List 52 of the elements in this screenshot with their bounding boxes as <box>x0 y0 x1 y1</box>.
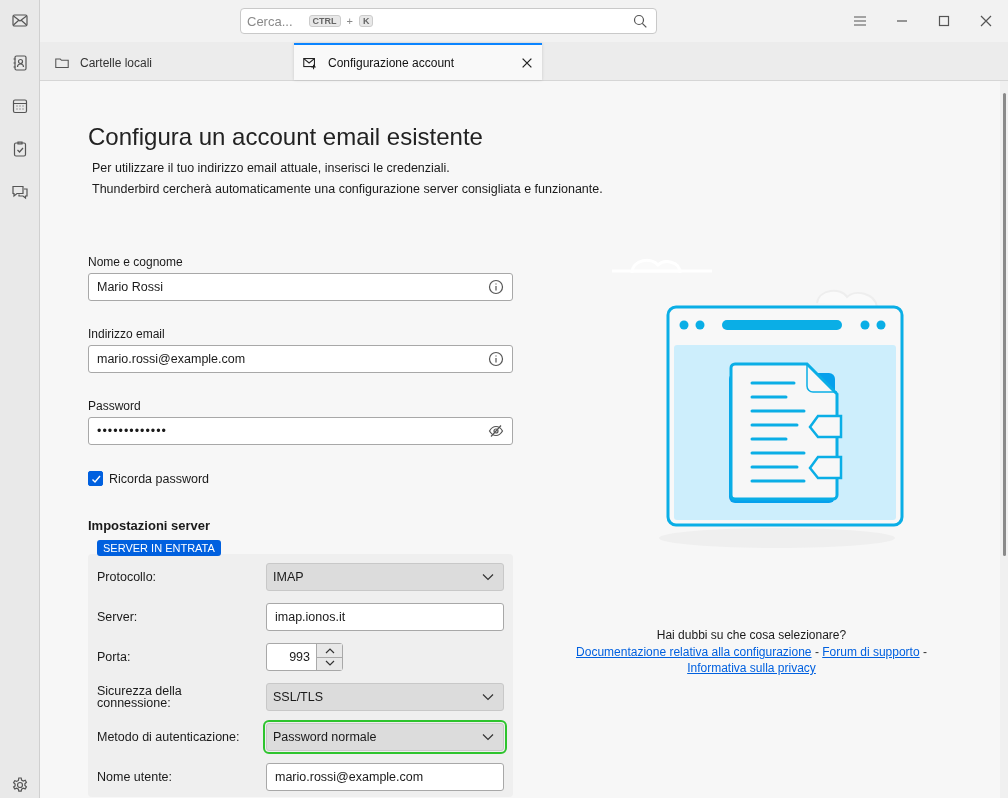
field-label: Sicurezza della connessione: <box>97 684 183 710</box>
search-icon[interactable] <box>632 13 648 29</box>
dropdown[interactable]: SSL/TLS <box>266 683 504 711</box>
help-link[interactable]: Documentazione relativa alla configurazione <box>576 645 812 659</box>
field-label: Password <box>88 399 142 413</box>
link-separator: - <box>922 645 927 659</box>
checkbox[interactable] <box>88 471 103 486</box>
dropdown[interactable]: Password normale <box>266 723 504 751</box>
tab-label: Configurazione account <box>328 55 455 70</box>
field-label: Nome utente: <box>97 770 174 784</box>
help-link[interactable]: Forum di supporto <box>822 645 920 659</box>
info-icon[interactable] <box>488 351 504 367</box>
plus-sign: + <box>346 15 353 27</box>
dropdown[interactable]: IMAP <box>266 563 504 591</box>
keyboard-key: CTRL <box>308 15 341 27</box>
scrollbar-thumb[interactable] <box>1003 93 1006 556</box>
keyboard-key: K <box>358 15 374 27</box>
chat-bubbles-icon[interactable] <box>10 183 29 201</box>
maximize-icon[interactable] <box>936 13 952 29</box>
input-field[interactable]: mario.rossi@example.com <box>88 345 513 373</box>
tab-label: Cartelle locali <box>80 55 153 70</box>
tab[interactable]: Cartelle locali <box>46 43 294 80</box>
text-field[interactable]: imap.ionos.it <box>266 603 504 631</box>
calendar-icon[interactable] <box>10 97 29 115</box>
field-label: Porta: <box>97 650 132 664</box>
help-link[interactable]: Informativa sulla privacy <box>687 661 816 675</box>
text-field[interactable]: mario.rossi@example.com <box>266 763 504 791</box>
search-placeholder: Cerca... <box>247 13 293 29</box>
help-question: Hai dubbi su che cosa selezionare? <box>655 627 848 643</box>
search-field[interactable]: Cerca... CTRL + K <box>240 8 657 34</box>
input-field[interactable]: Mario Rossi <box>88 273 513 301</box>
field-label: Server: <box>97 610 139 624</box>
eye-slash-icon[interactable] <box>488 423 504 439</box>
intro-text: Thunderbird cercherà automaticamente una configurazione server consigliata e funzionante. <box>92 182 604 196</box>
input-field[interactable]: ••••••••••••• <box>88 417 513 445</box>
section-title: Impostazioni server <box>88 518 212 533</box>
number-field[interactable]: 993 <box>266 643 343 671</box>
field-label: Indirizzo email <box>88 327 166 341</box>
section-badge: SERVER IN ENTRATA <box>97 540 221 556</box>
field-label: Metodo di autenticazione: <box>97 730 241 744</box>
field-label: Nome e cognome <box>88 255 184 269</box>
mail-icon[interactable] <box>10 11 29 29</box>
tab[interactable]: Configurazione account <box>294 43 542 80</box>
page-title: Configura un account email esistente <box>88 123 484 151</box>
checkbox-label: Ricorda password <box>109 471 210 486</box>
field-label: Protocollo: <box>97 570 158 584</box>
info-icon[interactable] <box>488 279 504 295</box>
settings-icon[interactable] <box>10 776 29 794</box>
link-separator: - <box>814 645 819 659</box>
spin-up-button[interactable] <box>317 644 342 658</box>
close-icon[interactable] <box>978 13 994 29</box>
intro-text: Per utilizzare il tuo indirizzo email attuale, inserisci le credenziali. <box>92 161 451 175</box>
